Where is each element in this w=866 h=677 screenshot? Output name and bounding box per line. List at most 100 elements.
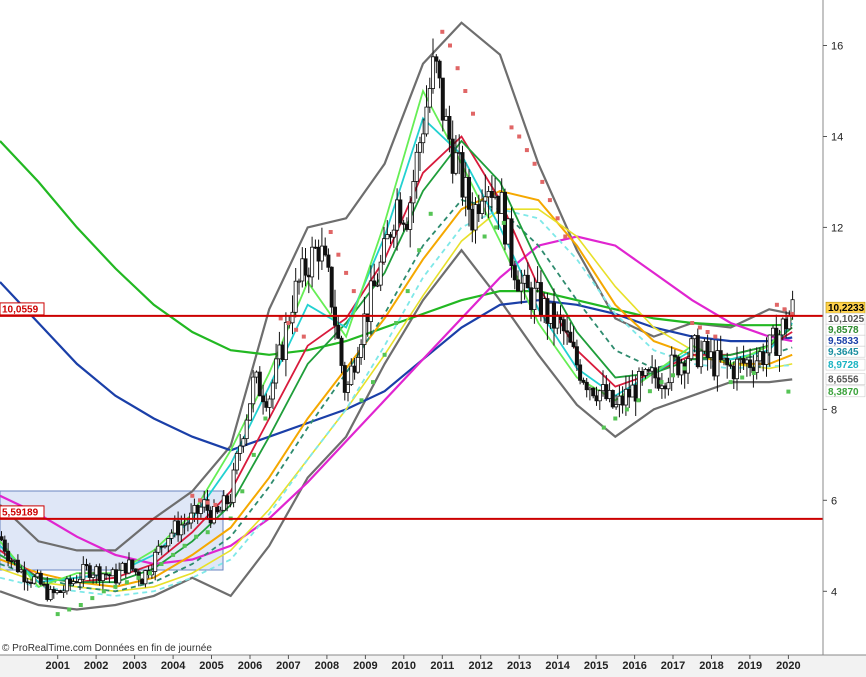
candle-body-16 <box>51 589 56 594</box>
sar-red-dot-24 <box>563 234 568 239</box>
sar-red-dot-26 <box>697 325 702 330</box>
sar-green-dot-0 <box>55 612 60 617</box>
candle-body-24 <box>78 578 83 583</box>
sar-green-dot-24 <box>428 211 433 216</box>
candle-body-37 <box>120 562 125 571</box>
candle-body-117 <box>381 238 386 263</box>
sar-green-dot-13 <box>205 530 210 535</box>
candle-body-200 <box>653 367 658 379</box>
candle-body-149 <box>486 190 491 198</box>
sar-green-dot-35 <box>682 366 687 371</box>
candle-body-77 <box>251 376 256 405</box>
candle-body-93 <box>303 258 308 276</box>
candle-body-97 <box>316 246 321 262</box>
candle-body-151 <box>493 195 498 198</box>
price-tag-label-7: 8,3870 <box>828 387 859 398</box>
price-tag-label-0: 10,2233 <box>828 303 865 314</box>
candle-body-56 <box>182 523 187 526</box>
candle-body-232 <box>757 351 762 362</box>
candle-body-173 <box>565 330 570 333</box>
price-tag-label-5: 8,9728 <box>828 360 859 371</box>
candle-body-115 <box>375 284 380 287</box>
sar-red-dot-18 <box>517 134 522 139</box>
candle-body-223 <box>728 364 733 367</box>
candle-body-225 <box>735 358 740 380</box>
candle-body-198 <box>646 368 651 372</box>
candle-body-129 <box>421 133 426 144</box>
candle-body-145 <box>473 204 478 231</box>
candle-body-108 <box>352 365 357 373</box>
candle-body-73 <box>238 445 243 454</box>
candle-body-8 <box>25 581 30 584</box>
sar-green-dot-25 <box>482 234 487 239</box>
x-tick-label-2: 2003 <box>122 660 146 672</box>
candle-body-25 <box>81 564 86 580</box>
candle-body-69 <box>225 495 230 505</box>
candle-body-131 <box>427 88 432 108</box>
candle-body-240 <box>784 318 789 330</box>
candle-body-18 <box>58 590 63 593</box>
candle-body-119 <box>388 234 393 238</box>
candle-body-182 <box>594 395 599 402</box>
candle-body-205 <box>669 354 674 384</box>
candle-body-5 <box>15 559 20 573</box>
candle-body-125 <box>408 202 413 230</box>
candle-body-196 <box>640 370 645 376</box>
candle-body-216 <box>705 340 710 358</box>
candle-body-148 <box>483 196 488 202</box>
candle-body-156 <box>509 218 514 267</box>
x-tick-label-1: 2002 <box>84 660 108 672</box>
candle-body-87 <box>283 322 288 360</box>
selection-box <box>0 490 224 571</box>
candle-body-150 <box>489 190 494 198</box>
candle-body-158 <box>516 279 521 292</box>
candle-body-96 <box>313 246 318 249</box>
candle-body-70 <box>228 502 233 505</box>
candle-body-107 <box>349 365 354 385</box>
candle-body-162 <box>529 287 534 310</box>
candle-body-28 <box>91 574 96 578</box>
sar-green-dot-30 <box>624 407 629 412</box>
candle-body-167 <box>545 298 550 324</box>
candle-body-59 <box>192 504 197 514</box>
candle-body-184 <box>601 384 606 392</box>
price-tag-label-3: 9,5833 <box>828 336 859 347</box>
price-tag-label-2: 9,8578 <box>828 325 859 336</box>
candle-body-103 <box>336 324 341 339</box>
candle-body-186 <box>607 389 612 399</box>
candle-body-67 <box>218 509 223 513</box>
candle-body-227 <box>741 358 746 364</box>
price-tag-label-6: 8,6556 <box>828 375 859 386</box>
candle-body-160 <box>522 274 527 284</box>
x-tick-label-11: 2012 <box>468 660 492 672</box>
sar-green-dot-22 <box>405 289 410 294</box>
sar-red-dot-28 <box>713 334 718 339</box>
sar-green-dot-21 <box>394 321 399 325</box>
candle-body-165 <box>538 282 543 317</box>
candle-body-82 <box>267 398 272 408</box>
candle-body-15 <box>48 589 53 601</box>
sar-red-dot-10 <box>344 270 349 275</box>
candle-body-10 <box>32 576 37 584</box>
sar-green-dot-32 <box>647 389 652 394</box>
candle-body-85 <box>277 344 282 360</box>
candle-body-83 <box>270 382 275 400</box>
level-label-1: 5,59189 <box>2 507 39 518</box>
candle-body-172 <box>561 319 566 332</box>
candle-body-98 <box>319 245 324 262</box>
sar-red-dot-8 <box>328 230 333 234</box>
candle-body-105 <box>342 365 347 393</box>
candle-body-213 <box>695 335 700 368</box>
candle-body-133 <box>434 56 439 62</box>
candle-body-17 <box>55 590 60 594</box>
candle-body-221 <box>722 357 727 361</box>
candle-body-235 <box>767 334 772 354</box>
candle-body-52 <box>169 532 174 539</box>
candle-body-61 <box>198 506 203 514</box>
candle-body-163 <box>532 287 537 310</box>
candle-body-80 <box>261 395 266 403</box>
sar-green-dot-23 <box>417 248 422 253</box>
candle-body-124 <box>404 223 409 230</box>
sar-green-dot-8 <box>148 571 152 576</box>
candle-body-11 <box>35 573 40 578</box>
